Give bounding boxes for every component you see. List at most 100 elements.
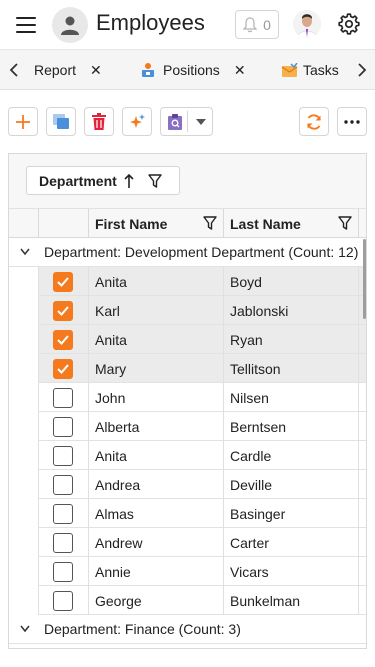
close-icon[interactable]: ✕ [234,62,246,79]
tab-tasks[interactable]: Tasks [281,50,339,90]
delete-button[interactable] [84,107,114,136]
table-row[interactable]: George Bunkelman [9,586,366,615]
last-name-cell: Bunkelman [224,586,359,615]
tasks-icon [281,62,298,77]
more-icon [344,119,360,124]
row-checkbox[interactable] [53,330,73,350]
table-row[interactable]: Annie Vicars [9,557,366,586]
more-button[interactable] [337,107,367,136]
tab-label: Positions [163,62,220,78]
filter-icon[interactable] [203,216,217,230]
row-checkbox[interactable] [53,301,73,321]
table-row[interactable]: Anita Ryan [9,325,366,354]
bell-icon [243,16,258,32]
first-name-cell: Andrew [89,528,224,557]
gear-icon[interactable] [338,13,360,35]
filter-icon[interactable] [338,216,352,230]
add-button[interactable] [8,107,38,136]
indent-cell [9,267,39,296]
first-name-cell: Annie [89,557,224,586]
group-chip-label: Department [39,172,117,189]
last-name-cell: Deville [224,470,359,499]
sort-ascending-icon[interactable] [124,174,134,188]
group-row[interactable]: Department: Development Department (Coun… [9,238,366,267]
row-checkbox[interactable] [53,359,73,379]
table-row[interactable]: Andrea Deville [9,470,366,499]
magic-wand-icon [130,113,145,128]
row-checkbox[interactable] [53,562,73,582]
table-row[interactable]: Anita Cardle [9,441,366,470]
first-name-cell: John [89,383,224,412]
row-checkbox[interactable] [53,417,73,437]
last-name-cell: Berntsen [224,412,359,441]
first-name-cell: Alberta [89,412,224,441]
chevron-right-icon[interactable] [354,61,370,79]
row-checkbox[interactable] [53,272,73,292]
table-row[interactable]: Mary Tellitson [9,354,366,383]
next-column-cell [359,325,366,354]
table-row[interactable]: John Nilsen [9,383,366,412]
header-indent [9,209,39,238]
filter-icon[interactable] [148,174,162,188]
indent-cell [9,354,39,383]
chevron-down-icon[interactable] [20,248,30,256]
clipboard-icon [168,113,182,130]
user-avatar[interactable] [293,10,321,38]
table-row[interactable]: Alberta Berntsen [9,412,366,441]
employee-avatar-icon [52,7,88,43]
vertical-scrollbar[interactable] [363,239,366,319]
refresh-button[interactable] [299,107,329,136]
group-chip-department[interactable]: Department [26,166,180,195]
chevron-down-icon[interactable] [20,625,30,633]
select-cell [39,383,89,412]
group-row-label: Department: Development Department (Coun… [44,244,359,260]
page-title: Employees [96,10,205,35]
select-cell [39,354,89,383]
app-header: Employees 0 [0,0,375,50]
select-cell [39,267,89,296]
indent-cell [9,296,39,325]
first-name-cell: Mary [89,354,224,383]
select-cell [39,296,89,325]
select-cell [39,441,89,470]
next-column-cell [359,470,366,499]
row-checkbox[interactable] [53,591,73,611]
row-checkbox[interactable] [53,446,73,466]
header-first-name-label: First Name [95,215,168,232]
header-next-column [359,209,366,238]
row-checkbox[interactable] [53,388,73,408]
menu-icon[interactable] [16,17,36,33]
notification-count: 0 [263,16,271,33]
table-row[interactable]: Karl Jablonski [9,296,366,325]
dropdown-arrow-icon[interactable] [196,119,206,125]
indent-cell [9,412,39,441]
row-checkbox[interactable] [53,533,73,553]
row-checkbox[interactable] [53,475,73,495]
next-column-cell [359,383,366,412]
employees-grid: Department First Name Last Name Departme… [8,153,367,649]
close-icon[interactable]: ✕ [90,62,102,79]
next-column-cell [359,441,366,470]
delete-icon [92,112,106,130]
first-name-cell: Anita [89,441,224,470]
table-row[interactable]: Almas Basinger [9,499,366,528]
tab-report[interactable]: Report ✕ [34,50,102,90]
header-select[interactable] [39,209,89,238]
next-column-cell [359,528,366,557]
header-first-name[interactable]: First Name [89,209,224,238]
notifications-button[interactable]: 0 [235,10,279,39]
select-cell [39,470,89,499]
magic-button[interactable] [122,107,152,136]
indent-cell [9,383,39,412]
header-last-name[interactable]: Last Name [224,209,359,238]
tab-positions[interactable]: Positions ✕ [140,50,246,90]
table-row[interactable]: Anita Boyd [9,267,366,296]
row-checkbox[interactable] [53,504,73,524]
chevron-left-icon[interactable] [6,61,22,79]
copy-button[interactable] [46,107,76,136]
group-row[interactable]: Department: Finance (Count: 3) [9,615,366,644]
select-cell [39,499,89,528]
add-icon [16,114,30,129]
clipboard-button[interactable] [160,107,213,136]
table-row[interactable]: Andrew Carter [9,528,366,557]
